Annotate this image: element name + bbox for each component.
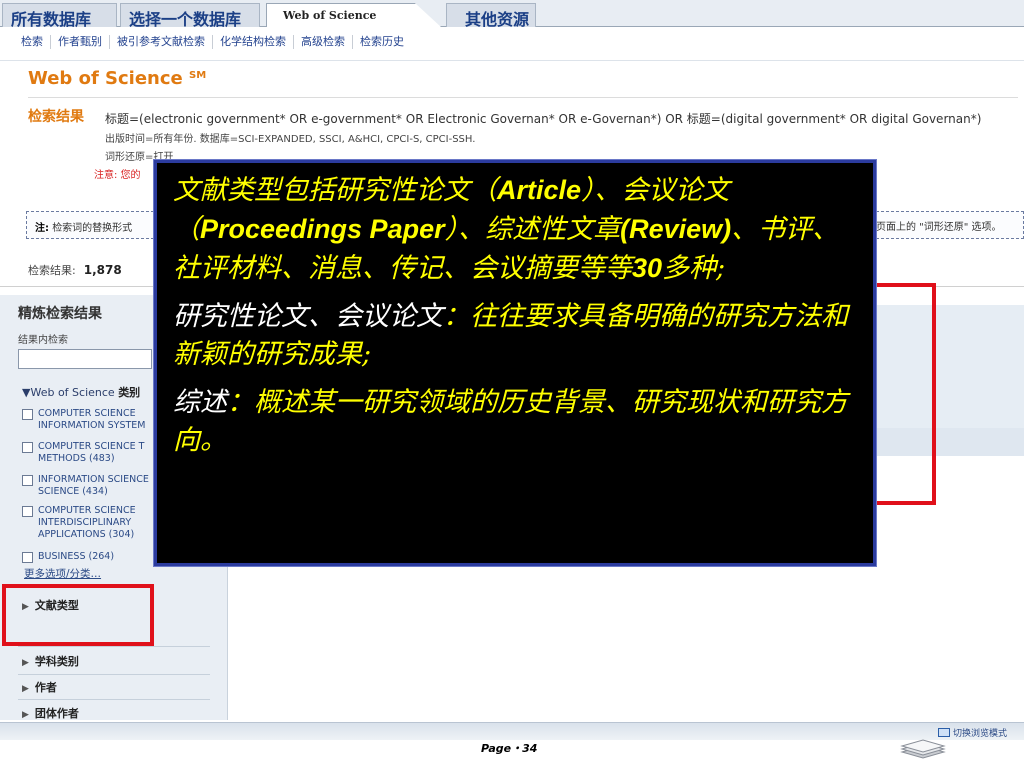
query-timespan: 出版时间=所有年份. 数据库=SCI-EXPANDED, SSCI, A&HCI… [105, 134, 476, 145]
category-label: COMPUTER SCIENCE INFORMATION SYSTEM [38, 408, 146, 431]
nav-cited-reference-search[interactable]: 被引参考文献检索 [110, 35, 213, 49]
triangle-right-icon: ▶ [22, 710, 29, 720]
annotation-paragraph-2: 研究性论文、会议论文：往往要求具备明确的研究方法和新颖的研究成果; [173, 298, 859, 374]
annotation-paragraph-3: 综述：概述某一研究领域的历史背景、研究现状和研究方向。 [173, 384, 859, 460]
divider [18, 646, 210, 647]
annotation-text: 文献类型包括研究性论文（ [173, 175, 497, 206]
category-section-label: Web of Science [30, 386, 115, 399]
category-section-header[interactable]: ▼Web of Science 类别 [22, 384, 140, 400]
annotation-term: Article [497, 175, 582, 205]
more-options-link[interactable]: 更多选项/分类… [24, 566, 101, 581]
tab-web-of-science[interactable]: Web of Science [266, 3, 441, 27]
search-within-input[interactable] [18, 349, 152, 369]
query-text: 标题=(electronic government* OR e-governme… [105, 112, 982, 126]
tab-all-databases[interactable]: 所有数据库 [2, 3, 117, 29]
category-label: INFORMATION SCIENCE SCIENCE (434) [38, 474, 149, 497]
nav-search-history[interactable]: 检索历史 [353, 35, 411, 49]
slide-stage: 所有数据库 选择一个数据库 Web of Science 其他资源 检索 作者甄… [0, 0, 1024, 768]
annotation-term: (Review) [620, 214, 732, 244]
annotation-term: Proceedings Paper [200, 214, 445, 244]
checkbox[interactable] [22, 475, 33, 486]
switch-view-label: 切换浏览模式 [953, 729, 1008, 739]
tip-bold: 注: [35, 223, 49, 234]
annotation-heading: 综述 [173, 387, 227, 418]
category-section-bold: 类别 [118, 386, 141, 399]
divider [28, 97, 1018, 98]
results-label: 检索结果 [28, 109, 84, 125]
facet-subject-area[interactable]: ▶ 学科类别 [22, 653, 79, 669]
checkbox[interactable] [22, 409, 33, 420]
category-item[interactable]: INFORMATION SCIENCE SCIENCE (434) [22, 474, 150, 498]
annotation-paragraph-1: 文献类型包括研究性论文（Article）、会议论文（Proceedings Pa… [173, 171, 859, 288]
warning-note: 注意: 您的 [94, 170, 141, 181]
switch-view-link[interactable]: 切换浏览模式 [938, 726, 1007, 739]
category-label: BUSINESS (264) [38, 551, 115, 562]
database-tab-bar: 所有数据库 选择一个数据库 Web of Science 其他资源 [0, 0, 1024, 29]
annotation-text: ）、综述性文章 [444, 214, 621, 245]
results-count-label: 检索结果: [28, 264, 76, 277]
category-label: COMPUTER SCIENCE T METHODS (483) [38, 441, 145, 464]
brand-name: Web of Science [28, 68, 183, 89]
category-item[interactable]: COMPUTER SCIENCE INFORMATION SYSTEM [22, 408, 150, 432]
category-item[interactable]: COMPUTER SCIENCE T METHODS (483) [22, 441, 150, 465]
book-icon [900, 739, 946, 759]
triangle-right-icon: ▶ [22, 684, 29, 694]
refine-title: 精炼检索结果 [18, 306, 102, 322]
highlight-box-document-type [2, 584, 154, 646]
results-count-value: 1,878 [83, 263, 122, 277]
checkbox[interactable] [22, 442, 33, 453]
annotation-box: 文献类型包括研究性论文（Article）、会议论文（Proceedings Pa… [153, 159, 877, 567]
category-item[interactable]: BUSINESS (264) [22, 551, 150, 563]
tab-other-resources[interactable]: 其他资源 [446, 3, 536, 29]
divider [18, 674, 210, 675]
triangle-right-icon: ▶ [22, 658, 29, 668]
facet-label: 学科类别 [34, 655, 79, 668]
annotation-term: 30 [632, 253, 663, 283]
divider [18, 699, 210, 700]
monitor-icon [938, 728, 950, 737]
annotation-heading: 研究性论文、会议论文 [173, 301, 443, 332]
nav-author-finder[interactable]: 作者甄别 [51, 35, 110, 49]
bottom-strip [0, 722, 1024, 740]
tip-text: 检索词的替换形式 [52, 223, 133, 234]
nav-advanced-search[interactable]: 高级检索 [294, 35, 353, 49]
annotation-text: ：概述某一研究领域的历史背景、研究现状和研究方向。 [173, 387, 848, 456]
search-nav: 检索 作者甄别 被引参考文献检索 化学结构检索 高级检索 检索历史 [14, 28, 411, 56]
facet-label: 作者 [34, 681, 57, 694]
facet-label: 团体作者 [34, 707, 79, 720]
page-title: Web of Science SM [28, 68, 206, 89]
nav-search[interactable]: 检索 [14, 35, 51, 49]
divider [0, 60, 1024, 61]
annotation-text: 多种; [662, 253, 726, 284]
checkbox[interactable] [22, 506, 33, 517]
category-item[interactable]: COMPUTER SCIENCE INTERDISCIPLINARY APPLI… [22, 505, 150, 541]
facet-group-authors[interactable]: ▶ 团体作者 [22, 705, 79, 721]
page-number: Page・34 [481, 742, 538, 755]
tip-text-right: 页面上的 "词形还原" 选项。 [876, 222, 1002, 233]
tab-select-database[interactable]: 选择一个数据库 [120, 3, 260, 29]
checkbox[interactable] [22, 552, 33, 563]
category-label: COMPUTER SCIENCE INTERDISCIPLINARY APPLI… [38, 505, 136, 540]
brand-sup: SM [189, 70, 207, 81]
results-count: 检索结果: 1,878 [28, 262, 122, 278]
nav-structure-search[interactable]: 化学结构检索 [213, 35, 294, 49]
facet-authors[interactable]: ▶ 作者 [22, 679, 57, 695]
search-within-label: 结果内检索 [18, 335, 68, 346]
highlight-bracket [872, 283, 936, 505]
